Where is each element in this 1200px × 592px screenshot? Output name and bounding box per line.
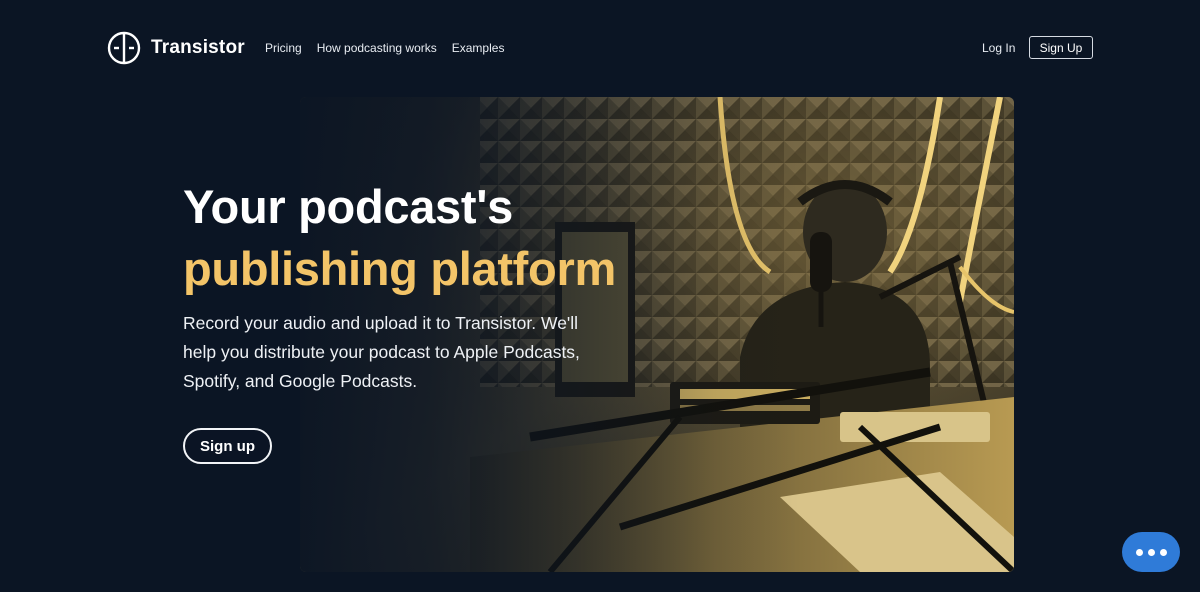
primary-nav: Pricing How podcasting works Examples: [265, 41, 504, 55]
signup-button-header[interactable]: Sign Up: [1029, 36, 1093, 59]
login-link[interactable]: Log In: [982, 41, 1015, 55]
chat-dots-icon: [1135, 548, 1143, 556]
chat-dots-icon: [1147, 548, 1155, 556]
transistor-logo-icon: [107, 31, 141, 65]
nav-link-pricing[interactable]: Pricing: [265, 41, 302, 55]
hero-title: Your podcast's publishing platform: [183, 176, 616, 300]
nav-link-examples[interactable]: Examples: [452, 41, 505, 55]
chat-launcher-button[interactable]: [1122, 532, 1180, 572]
hero-title-line-2: publishing platform: [183, 242, 616, 295]
hero-title-line-1: Your podcast's: [183, 180, 513, 233]
brand-logo-link[interactable]: Transistor: [107, 31, 245, 65]
nav-link-how-podcasting-works[interactable]: How podcasting works: [317, 41, 437, 55]
chat-dots-icon: [1159, 548, 1167, 556]
brand-name: Transistor: [151, 37, 245, 58]
landing-page: Transistor Pricing How podcasting works …: [0, 0, 1200, 592]
top-nav: Transistor Pricing How podcasting works …: [0, 0, 1200, 96]
signup-button-hero[interactable]: Sign up: [183, 428, 272, 464]
hero-description: Record your audio and upload it to Trans…: [183, 313, 580, 391]
